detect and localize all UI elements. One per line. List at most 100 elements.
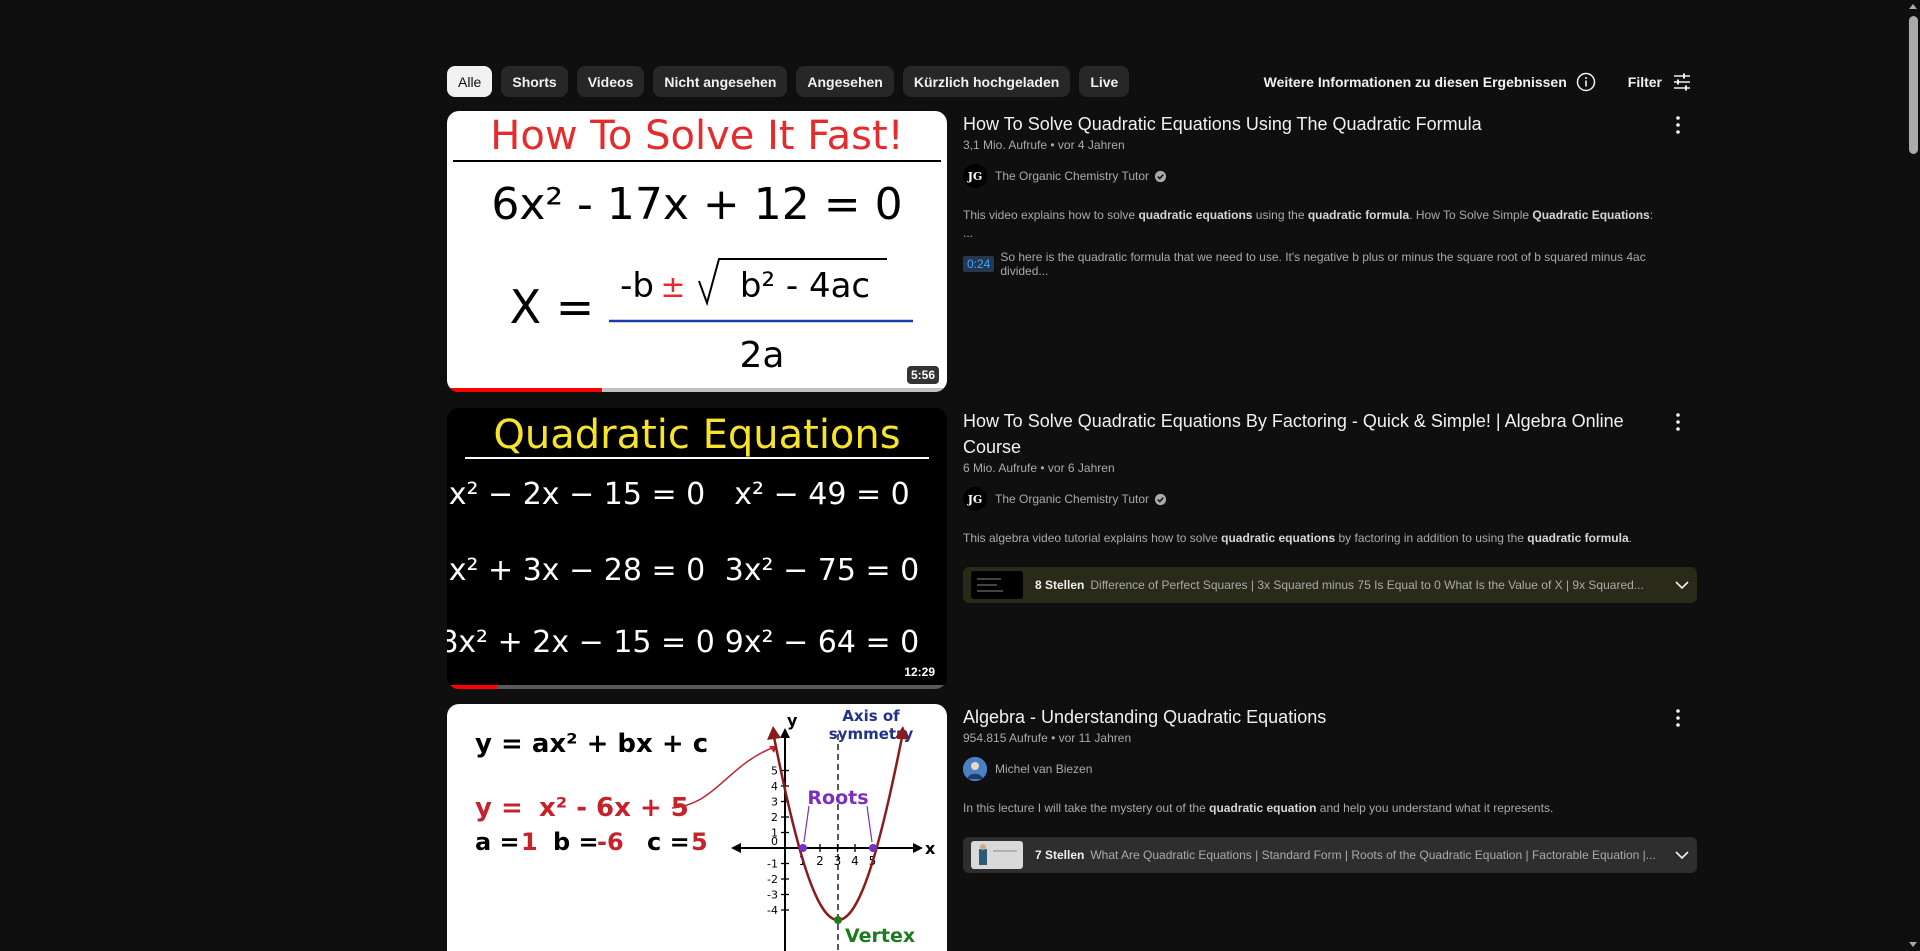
search-results-page: Alle Shorts Videos Nicht angesehen Anges…	[0, 0, 1920, 951]
snippet-text: using the	[1252, 208, 1308, 222]
video-thumbnail[interactable]: Quadratic Equations x² − 2x − 15 = 0 x² …	[447, 408, 947, 689]
y-tick-label: -2	[767, 873, 778, 886]
chevron-down-icon	[1675, 581, 1689, 589]
filter-label: Filter	[1627, 73, 1662, 90]
more-actions-button[interactable]	[1666, 706, 1690, 730]
results-info-label: Weitere Informationen zu diesen Ergebnis…	[1263, 73, 1567, 90]
upload-age: vor 4 Jahren	[1057, 138, 1125, 152]
video-description-snippet: This algebra video tutorial explains how…	[963, 529, 1663, 547]
snippet-text: In this lecture I will take the mystery …	[963, 801, 1210, 815]
chip-videos[interactable]: Videos	[576, 66, 645, 97]
video-stats: 6 Mio. Aufrufe • vor 6 Jahren	[963, 461, 1115, 475]
thumb-plus-minus: ±	[660, 270, 685, 305]
scroll-up-arrow-icon[interactable]	[1909, 4, 1917, 9]
y-tick-label: -1	[767, 858, 778, 871]
channel-row[interactable]: Michel van Biezen	[963, 757, 1663, 781]
chip-shorts[interactable]: Shorts	[501, 66, 568, 97]
scroll-down-arrow-icon[interactable]	[1909, 942, 1917, 947]
more-actions-button[interactable]	[1666, 113, 1690, 137]
chip-angesehen[interactable]: Angesehen	[796, 66, 894, 97]
timestamp-badge[interactable]: 0:24	[963, 256, 995, 272]
thumb-coeff-c-value: 5	[691, 828, 708, 856]
chapters-text: Difference of Perfect Squares | 3x Squar…	[1090, 578, 1644, 592]
thumb-x-equals: X =	[510, 280, 595, 334]
person-avatar-icon	[963, 757, 987, 781]
view-count: 3,1 Mio. Aufrufe	[963, 138, 1048, 152]
video-title[interactable]: How To Solve Quadratic Equations Using T…	[963, 111, 1663, 137]
thumb-general-form: y = ax² + bx + c	[475, 729, 708, 759]
channel-avatar[interactable]: JG	[963, 164, 987, 188]
thumb-radicand: b² - 4ac	[740, 266, 870, 306]
channel-row[interactable]: JG The Organic Chemistry Tutor	[963, 164, 1663, 188]
filter-button[interactable]: Filter	[1628, 72, 1692, 92]
snippet-text: . How To Solve Simple	[1409, 208, 1533, 222]
thumb-denominator: 2a	[740, 335, 785, 376]
chevron-down-icon	[1675, 851, 1689, 859]
page-scrollbar[interactable]	[1906, 0, 1920, 951]
video-thumbnail[interactable]: How To Solve It Fast! 6x² - 17x + 12 = 0…	[447, 111, 947, 392]
snippet-text: and help you understand what it represen…	[1316, 801, 1554, 815]
view-count: 6 Mio. Aufrufe	[963, 461, 1038, 475]
chapters-expander[interactable]: 8 Stellen Difference of Perfect Squares …	[963, 567, 1697, 603]
chapters-text: What Are Quadratic Equations | Standard …	[1090, 848, 1656, 862]
chapters-count: 7 Stellen	[1035, 848, 1085, 862]
video-title[interactable]: Algebra - Understanding Quadratic Equati…	[963, 704, 1663, 730]
chapters-count: 8 Stellen	[1035, 578, 1085, 592]
chip-alle[interactable]: Alle	[447, 66, 493, 97]
channel-avatar[interactable]: JG	[963, 487, 987, 511]
snippet-highlight: quadratic formula	[1527, 531, 1629, 545]
thumb-eq: 9x² − 64 = 0	[725, 625, 920, 660]
thumb-heading: Quadratic Equations	[493, 412, 900, 458]
thumb-y-equals: y =	[475, 793, 523, 823]
thumb-y-axis-label: y	[787, 711, 798, 730]
snippet-highlight: quadratic equation	[1209, 801, 1317, 815]
video-stats: 3,1 Mio. Aufrufe • vor 4 Jahren	[963, 138, 1125, 152]
thumb-equation: 6x² - 17x + 12 = 0	[491, 179, 902, 230]
chip-live[interactable]: Live	[1079, 66, 1130, 97]
upload-age: vor 6 Jahren	[1047, 461, 1115, 475]
video-duration: 12:29	[900, 663, 939, 681]
thumbnail-image: y = ax² + bx + c y = x² - 6x + 5 a = 1 b…	[447, 704, 947, 951]
y-tick-label: 4	[771, 780, 778, 793]
thumb-heading: How To Solve It Fast!	[490, 113, 903, 159]
kebab-menu-icon	[1676, 413, 1680, 431]
video-meta: How To Solve Quadratic Equations By Fact…	[963, 408, 1697, 603]
chipbar-right: Weitere Informationen zu diesen Ergebnis…	[1264, 72, 1692, 92]
channel-avatar[interactable]	[963, 757, 987, 781]
thumb-minus-b: -b	[620, 266, 654, 306]
channel-name[interactable]: Michel van Biezen	[995, 762, 1092, 776]
kebab-menu-icon	[1676, 116, 1680, 134]
watch-progress-fill	[447, 685, 497, 689]
watch-progress-fill	[447, 388, 602, 392]
chapter-thumbnail	[971, 841, 1023, 869]
channel-name[interactable]: The Organic Chemistry Tutor	[995, 492, 1149, 506]
video-result: y = ax² + bx + c y = x² - 6x + 5 a = 1 b…	[447, 704, 1697, 951]
timestamp-snippet[interactable]: 0:24 So here is the quadratic formula th…	[963, 250, 1663, 278]
chip-kuerzlich-hochgeladen[interactable]: Kürzlich hochgeladen	[902, 66, 1071, 97]
video-thumbnail[interactable]: y = ax² + bx + c y = x² - 6x + 5 a = 1 b…	[447, 704, 947, 951]
scrollbar-thumb[interactable]	[1909, 16, 1918, 154]
channel-row[interactable]: JG The Organic Chemistry Tutor	[963, 487, 1663, 511]
x-tick-label: 4	[851, 854, 859, 868]
sliders-icon	[1674, 73, 1690, 90]
chapters-expander[interactable]: 7 Stellen What Are Quadratic Equations |…	[963, 837, 1697, 873]
chip-nicht-angesehen[interactable]: Nicht angesehen	[653, 66, 788, 97]
thumb-specific-rhs: x² - 6x + 5	[539, 793, 689, 823]
view-count: 954.815 Aufrufe	[963, 731, 1048, 745]
thumb-eq: 8x² + 2x − 15 = 0	[447, 625, 715, 660]
thumbnail-image: How To Solve It Fast! 6x² - 17x + 12 = 0…	[447, 111, 947, 392]
watch-progress-bar	[447, 388, 947, 392]
results-info-link[interactable]: Weitere Informationen zu diesen Ergebnis…	[1264, 72, 1596, 92]
snippet-highlight: quadratic equations	[1221, 531, 1336, 545]
video-title[interactable]: How To Solve Quadratic Equations By Fact…	[963, 408, 1663, 460]
video-result: How To Solve It Fast! 6x² - 17x + 12 = 0…	[447, 111, 1697, 393]
thumb-eq: x² − 49 = 0	[734, 477, 909, 512]
thumb-coeff-b-value: -6	[597, 828, 624, 856]
more-actions-button[interactable]	[1666, 410, 1690, 434]
snippet-text: .	[1628, 531, 1632, 545]
snippet-highlight: Quadratic Equations	[1532, 208, 1650, 222]
channel-name[interactable]: The Organic Chemistry Tutor	[995, 169, 1149, 183]
y-tick-label: 0	[771, 835, 778, 848]
thumb-roots-label: Roots	[807, 787, 868, 809]
video-stats: 954.815 Aufrufe • vor 11 Jahren	[963, 731, 1132, 745]
